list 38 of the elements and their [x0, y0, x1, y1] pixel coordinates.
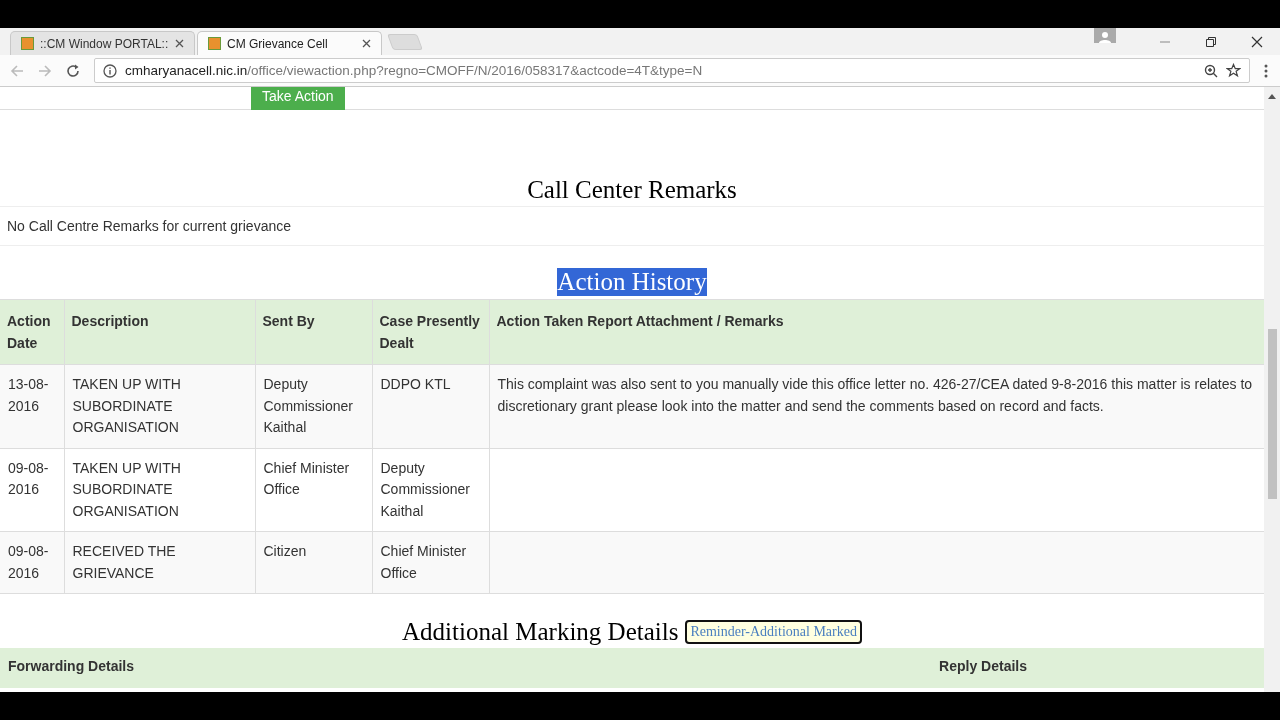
favicon-icon: [208, 37, 221, 50]
table-cell: Deputy Commissioner Kaithal: [255, 364, 372, 448]
table-cell: 13-08-2016: [0, 364, 64, 448]
status-badge: Reminder-Additional Marked: [685, 620, 862, 644]
zoom-icon[interactable]: [1204, 63, 1218, 78]
star-icon[interactable]: [1226, 63, 1241, 78]
table-cell: 09-08-2016: [0, 531, 64, 594]
table-cell: RECEIVED THE GRIEVANCE: [64, 531, 255, 594]
scroll-up-icon[interactable]: [1268, 93, 1276, 99]
remarks-message: No Call Centre Remarks for current grievance: [7, 218, 291, 234]
section-heading: Call Center Remarks: [527, 176, 737, 204]
table-cell: DDPO KTL: [372, 364, 489, 448]
address-bar[interactable]: cmharyanacell.nic.in/office/viewaction.php?regno=CMOFF/N/2016/058317&actcode=4T&type=N: [94, 58, 1250, 83]
section-heading: Additional Marking Details: [402, 618, 679, 646]
favicon-icon: [21, 37, 34, 50]
column-header: Action Taken Report Attachment / Remarks: [489, 299, 1264, 365]
menu-icon[interactable]: [1264, 63, 1268, 78]
restore-icon[interactable]: [1205, 35, 1217, 48]
browser-tab[interactable]: ::CM Window PORTAL::: [10, 31, 195, 55]
column-header: Case Presently Dealt: [372, 299, 489, 365]
scrollbar[interactable]: [1264, 87, 1280, 692]
column-header: Forwarding Details: [8, 658, 135, 676]
browser-tab[interactable]: CM Grievance Cell: [197, 31, 382, 55]
close-icon[interactable]: [1251, 35, 1263, 48]
column-header: Reply Details: [939, 658, 1027, 676]
table-cell: Citizen: [255, 531, 372, 594]
reload-icon[interactable]: [66, 63, 80, 78]
info-icon: [103, 63, 117, 78]
column-header: Description: [64, 299, 255, 365]
scrollbar-thumb[interactable]: [1267, 329, 1277, 499]
column-header: Action Date: [0, 299, 64, 365]
table-cell: This complaint was also sent to you manually vide this office letter no. 426-27/CEA dated 9-8-2016 this matter is relates to discretionary grant please look into the matter and send the comments based on record and facts.: [489, 364, 1264, 448]
section-heading: Action History: [557, 268, 707, 296]
table-cell: TAKEN UP WITH SUBORDINATE ORGANISATION: [64, 364, 255, 448]
close-icon[interactable]: [362, 39, 371, 48]
close-icon[interactable]: [175, 39, 184, 48]
column-header: Sent By: [255, 299, 372, 365]
table-cell: Chief Minister Office: [372, 531, 489, 594]
